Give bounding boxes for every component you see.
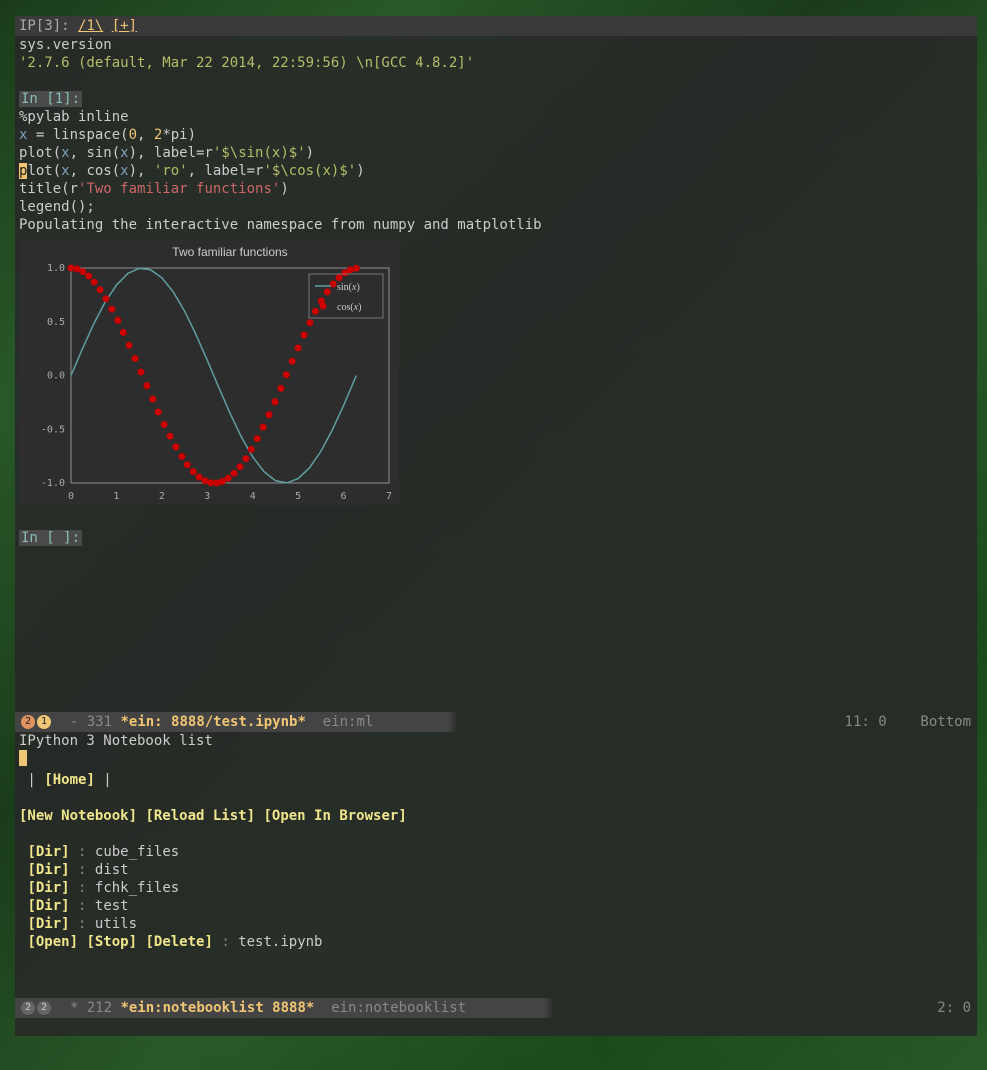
mode-name: ein:notebooklist [331,1000,466,1016]
code-line[interactable]: x = linspace(0, 2*pi) [19,126,973,144]
stop-button[interactable]: [Stop] [86,934,137,950]
code-line[interactable]: title(r'Two familiar functions') [19,180,973,198]
dir-entry: [Dir] : test [19,897,973,915]
dir-link[interactable]: [Dir] [27,898,69,914]
cell-prompt-empty: In [ ]: [19,530,82,546]
code-line[interactable]: plot(x, sin(x), label=r'$\sin(x)$') [19,144,973,162]
svg-text:7: 7 [386,491,392,502]
badge-icon: 2 [21,715,35,729]
cursor [19,750,27,766]
output-line: '2.7.6 (default, Mar 22 2014, 22:59:56) … [19,54,973,72]
svg-text:0.0: 0.0 [47,371,65,382]
badge-icon: 2 [37,1001,51,1015]
svg-text:-0.5: -0.5 [41,424,65,435]
dir-link[interactable]: [Dir] [27,862,69,878]
mode-name: ein:ml [323,714,374,730]
tab-prefix: IP[3]: [19,18,78,34]
file-name: test.ipynb [238,934,322,950]
svg-text:5: 5 [295,491,301,502]
notebooklist-pane[interactable]: IPython 3 Notebook list | [Home] | [New … [15,732,977,998]
delete-button[interactable]: [Delete] [145,934,212,950]
svg-text:2: 2 [159,491,165,502]
dir-link[interactable]: [Dir] [27,916,69,932]
cell-prompt: In [1]: [19,91,82,107]
svg-text:cos(x): cos(x) [337,302,361,313]
scroll-pos: Bottom [920,714,971,730]
tab-add-button[interactable]: [+] [112,18,137,34]
tab-bar: IP[3]: /1\ [+] [15,16,977,36]
modeline-top: 21 - 331 *ein: 8888/test.ipynb* ein:ml 1… [15,712,977,732]
minibuffer[interactable] [15,1018,977,1036]
open-button[interactable]: [Open] [27,934,78,950]
cursor-pos: 2: 0 [937,1000,971,1016]
badge-icon: 2 [21,1001,35,1015]
matplotlib-output: Two familiar functions 0 1 2 3 4 5 6 7 -1.0 -0.5 0.… [19,240,399,505]
stdout-line: Populating the interactive namespace fro… [19,216,973,234]
badge-icon: 1 [37,715,51,729]
home-link[interactable]: [Home] [44,772,95,788]
dir-entry: [Dir] : fchk_files [19,879,973,897]
dir-link[interactable]: [Dir] [27,844,69,860]
code-line: sys.version [19,36,973,54]
notebooklist-title: IPython 3 Notebook list [19,732,973,750]
svg-text:sin(x): sin(x) [337,282,360,293]
svg-text:-1.0: -1.0 [41,478,65,489]
reload-list-button[interactable]: [Reload List] [145,808,255,824]
dir-entry: [Dir] : utils [19,915,973,933]
svg-text:1.0: 1.0 [47,263,65,274]
modeline-bottom: 22 * 212 *ein:notebooklist 8888* ein:not… [15,998,977,1018]
emacs-window: IP[3]: /1\ [+] sys.version '2.7.6 (defau… [15,16,977,1036]
notebook-pane[interactable]: sys.version '2.7.6 (default, Mar 22 2014… [15,36,977,712]
svg-text:6: 6 [341,491,347,502]
code-line[interactable]: legend(); [19,198,973,216]
svg-text:0.5: 0.5 [47,317,65,328]
svg-text:4: 4 [250,491,256,502]
dir-entry: [Dir] : cube_files [19,843,973,861]
tab-active[interactable]: /1\ [78,18,103,34]
buffer-name: *ein:notebooklist 8888* [120,1000,314,1016]
svg-text:Two familiar functions: Two familiar functions [172,245,287,259]
code-line[interactable]: plot(x, cos(x), 'ro', label=r'$\cos(x)$'… [19,162,973,180]
open-in-browser-button[interactable]: [Open In Browser] [263,808,406,824]
svg-text:0: 0 [68,491,74,502]
dir-link[interactable]: [Dir] [27,880,69,896]
buffer-name: *ein: 8888/test.ipynb* [120,714,305,730]
svg-text:1: 1 [113,491,119,502]
code-line[interactable]: %pylab inline [19,108,973,126]
svg-text:3: 3 [204,491,210,502]
cursor-pos: 11: 0 [845,714,887,730]
new-notebook-button[interactable]: [New Notebook] [19,808,137,824]
dir-entry: [Dir] : dist [19,861,973,879]
